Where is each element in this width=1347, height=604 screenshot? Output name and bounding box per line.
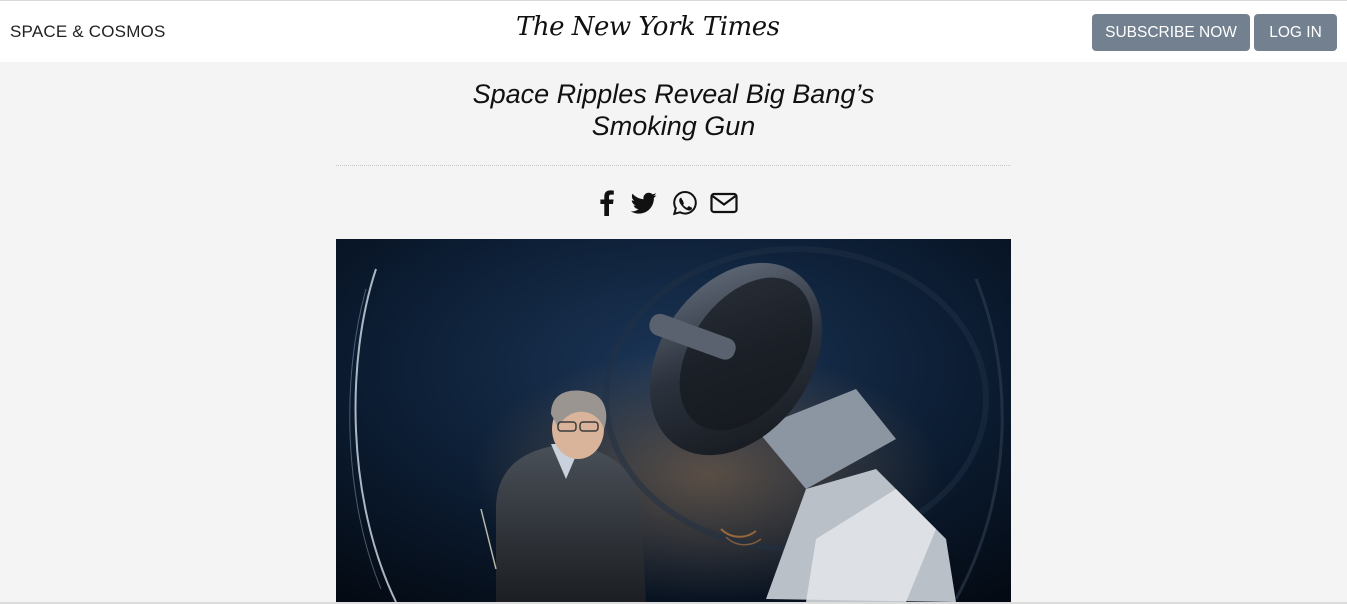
whatsapp-icon[interactable] bbox=[671, 189, 699, 217]
site-header: SPACE & COSMOS The New York Times SUBSCR… bbox=[0, 0, 1347, 62]
article-hero-image bbox=[336, 239, 1011, 602]
site-logo[interactable]: The New York Times bbox=[516, 12, 780, 42]
subscribe-button[interactable]: SUBSCRIBE NOW bbox=[1092, 14, 1250, 51]
headline-line-2: Smoking Gun bbox=[591, 111, 756, 141]
login-button[interactable]: LOG IN bbox=[1254, 14, 1337, 51]
email-icon[interactable] bbox=[710, 189, 738, 217]
facebook-icon[interactable] bbox=[596, 189, 616, 217]
section-link-space-cosmos[interactable]: SPACE & COSMOS bbox=[10, 22, 166, 42]
headline-line-1: Space Ripples Reveal Big Bang’s bbox=[472, 79, 875, 109]
article-headline: Space Ripples Reveal Big Bang’s Smoking … bbox=[336, 78, 1011, 142]
twitter-icon[interactable] bbox=[630, 189, 658, 217]
divider bbox=[336, 165, 1011, 166]
